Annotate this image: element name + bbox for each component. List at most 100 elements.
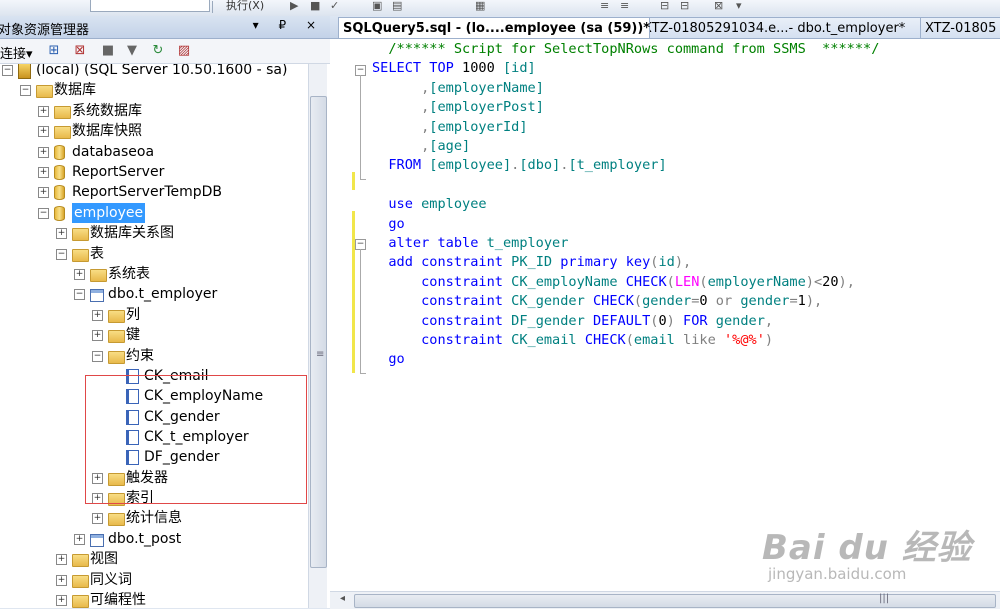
tree-node-label: 数据库	[54, 82, 96, 98]
connect-object-icon[interactable]: ⊞	[46, 43, 62, 59]
tree-node[interactable]: − 数据库	[0, 80, 308, 100]
code-token: [dbo]	[519, 157, 561, 174]
database-combo[interactable]	[90, 0, 210, 12]
code-token: [age]	[429, 138, 471, 154]
tree-node[interactable]: + 索引	[0, 488, 308, 508]
options-icon[interactable]: ⊠	[714, 0, 723, 12]
editor-horizontal-scrollbar[interactable]: ◂ |||	[330, 591, 1000, 609]
tree-vertical-scrollbar[interactable]: ≡	[308, 64, 327, 608]
tree-node[interactable]: + 视图	[0, 549, 308, 569]
tree-node-label: 表	[90, 246, 104, 262]
tree-node-label: 索引	[126, 490, 154, 506]
filter-icon[interactable]: ▼	[124, 43, 140, 59]
expand-icon[interactable]: +	[92, 493, 103, 504]
tree-node[interactable]: − employee	[0, 203, 308, 223]
expand-icon[interactable]: +	[56, 575, 67, 586]
plan-icon[interactable]: ▣	[372, 0, 382, 12]
tree-node[interactable]: CK_t_employer	[0, 427, 308, 447]
tree-node[interactable]: + 统计信息	[0, 508, 308, 528]
code-token: primary key	[560, 254, 651, 271]
outdent-icon[interactable]: ≡	[620, 0, 629, 12]
tree-node[interactable]: + 列	[0, 305, 308, 325]
tree-node[interactable]: + 系统数据库	[0, 101, 308, 121]
expand-icon[interactable]: +	[74, 269, 85, 280]
toolbar-separator	[212, 1, 213, 13]
main-toolbar: 执行(X) ▶ ■ ✓ ▣ ▤ ▦ ≡ ≡ ⊟ ⊟ ⊠ ▾	[0, 0, 1000, 17]
tree-node[interactable]: + databaseoa	[0, 142, 308, 162]
collapse-icon[interactable]: −	[2, 65, 13, 76]
tree-node[interactable]: + 系统表	[0, 264, 308, 284]
tree-scroll-thumb[interactable]: ≡	[310, 96, 327, 568]
expand-icon[interactable]: +	[92, 473, 103, 484]
tree-node[interactable]: + ReportServer	[0, 162, 308, 182]
tree-node[interactable]: + 触发器	[0, 468, 308, 488]
expand-icon[interactable]: +	[38, 126, 49, 137]
expand-icon[interactable]: +	[56, 595, 67, 606]
tree-node[interactable]: + 同义词	[0, 570, 308, 590]
expand-icon[interactable]: +	[56, 228, 67, 239]
expand-icon[interactable]: +	[38, 106, 49, 117]
expand-icon[interactable]: +	[56, 554, 67, 565]
toolbar-overflow-icon[interactable]: ▾	[736, 0, 742, 12]
collapse-icon[interactable]: −	[74, 289, 85, 300]
database-icon	[54, 185, 65, 200]
refresh-icon[interactable]: ↻	[150, 43, 166, 59]
run-icon[interactable]: ▶	[290, 0, 298, 12]
code-line: ,[employerName]	[372, 79, 544, 98]
document-tab[interactable]: XTZ-01805	[920, 17, 1000, 38]
code-token: constraint	[372, 332, 512, 348]
code-token: CK_employName	[511, 273, 626, 290]
disconnect-icon[interactable]: ⊠	[72, 43, 88, 59]
editor-scroll-thumb[interactable]: |||	[354, 593, 996, 608]
expand-icon[interactable]: +	[38, 187, 49, 198]
tree-node[interactable]: + ReportServerTempDB	[0, 182, 308, 202]
expand-icon[interactable]: +	[92, 513, 103, 524]
default-constraint-icon	[126, 450, 139, 465]
expand-icon[interactable]: +	[92, 310, 103, 321]
connect-button[interactable]: 连接▾	[0, 43, 33, 62]
tree-node[interactable]: + 可编程性	[0, 590, 308, 608]
expand-icon[interactable]: +	[38, 167, 49, 178]
scroll-left-icon[interactable]: ◂	[340, 593, 345, 604]
tree-node[interactable]: − 表	[0, 244, 308, 264]
stop-icon[interactable]: ■	[100, 43, 116, 59]
check-icon[interactable]: ✓	[330, 0, 339, 12]
tree-node[interactable]: DF_gender	[0, 447, 308, 467]
collapse-icon[interactable]: −	[56, 249, 67, 260]
tree-node[interactable]: + 数据库快照	[0, 121, 308, 141]
expand-icon[interactable]: +	[92, 330, 103, 341]
collapse-icon[interactable]: −	[92, 351, 103, 362]
tree-node[interactable]: + 数据库关系图	[0, 223, 308, 243]
execute-button[interactable]: 执行(X)	[226, 0, 264, 13]
stop-icon[interactable]: ■	[310, 0, 320, 12]
tree-node[interactable]: CK_email	[0, 366, 308, 386]
results-icon[interactable]: ▤	[392, 0, 402, 12]
document-tab[interactable]: XTZ-01805291034.e...- dbo.t_employer*	[638, 17, 934, 38]
expand-icon[interactable]: +	[38, 147, 49, 158]
code-token: ,	[764, 312, 774, 329]
tree-node-label: CK_employName	[144, 388, 264, 404]
tree-node[interactable]: CK_employName	[0, 386, 308, 406]
indent-icon[interactable]: ≡	[600, 0, 609, 12]
fold-guide-end	[360, 373, 366, 374]
uncomment-icon[interactable]: ⊟	[680, 0, 689, 12]
tree-node[interactable]: − (local) (SQL Server 10.50.1600 - sa)	[0, 64, 308, 80]
tree-node[interactable]: + dbo.t_post	[0, 529, 308, 549]
tree-node[interactable]: − dbo.t_employer	[0, 284, 308, 304]
code-editor[interactable]: − − /****** Script for SelectTopNRows co…	[330, 39, 1000, 591]
tree-node[interactable]: − 约束	[0, 346, 308, 366]
panel-window-buttons[interactable]: ▾ ₽ ×	[253, 18, 324, 32]
folder-icon	[108, 351, 125, 364]
grid-icon[interactable]: ▦	[475, 0, 485, 12]
tree-node-label: dbo.t_post	[108, 531, 182, 547]
comment-icon[interactable]: ⊟	[660, 0, 669, 12]
tree-node[interactable]: + 键	[0, 325, 308, 345]
code-token: [t_employer]	[568, 157, 667, 174]
collapse-icon[interactable]: −	[20, 85, 31, 96]
collapse-icon[interactable]: −	[38, 208, 49, 219]
expand-icon[interactable]: +	[74, 534, 85, 545]
tree-node[interactable]: CK_gender	[0, 407, 308, 427]
activity-monitor-icon[interactable]: ▨	[176, 43, 192, 59]
code-token: /****** Script for SelectTopNRows comman…	[372, 41, 880, 57]
document-tab[interactable]: SQLQuery5.sql - (lo....employee (sa (59)…	[338, 17, 650, 38]
